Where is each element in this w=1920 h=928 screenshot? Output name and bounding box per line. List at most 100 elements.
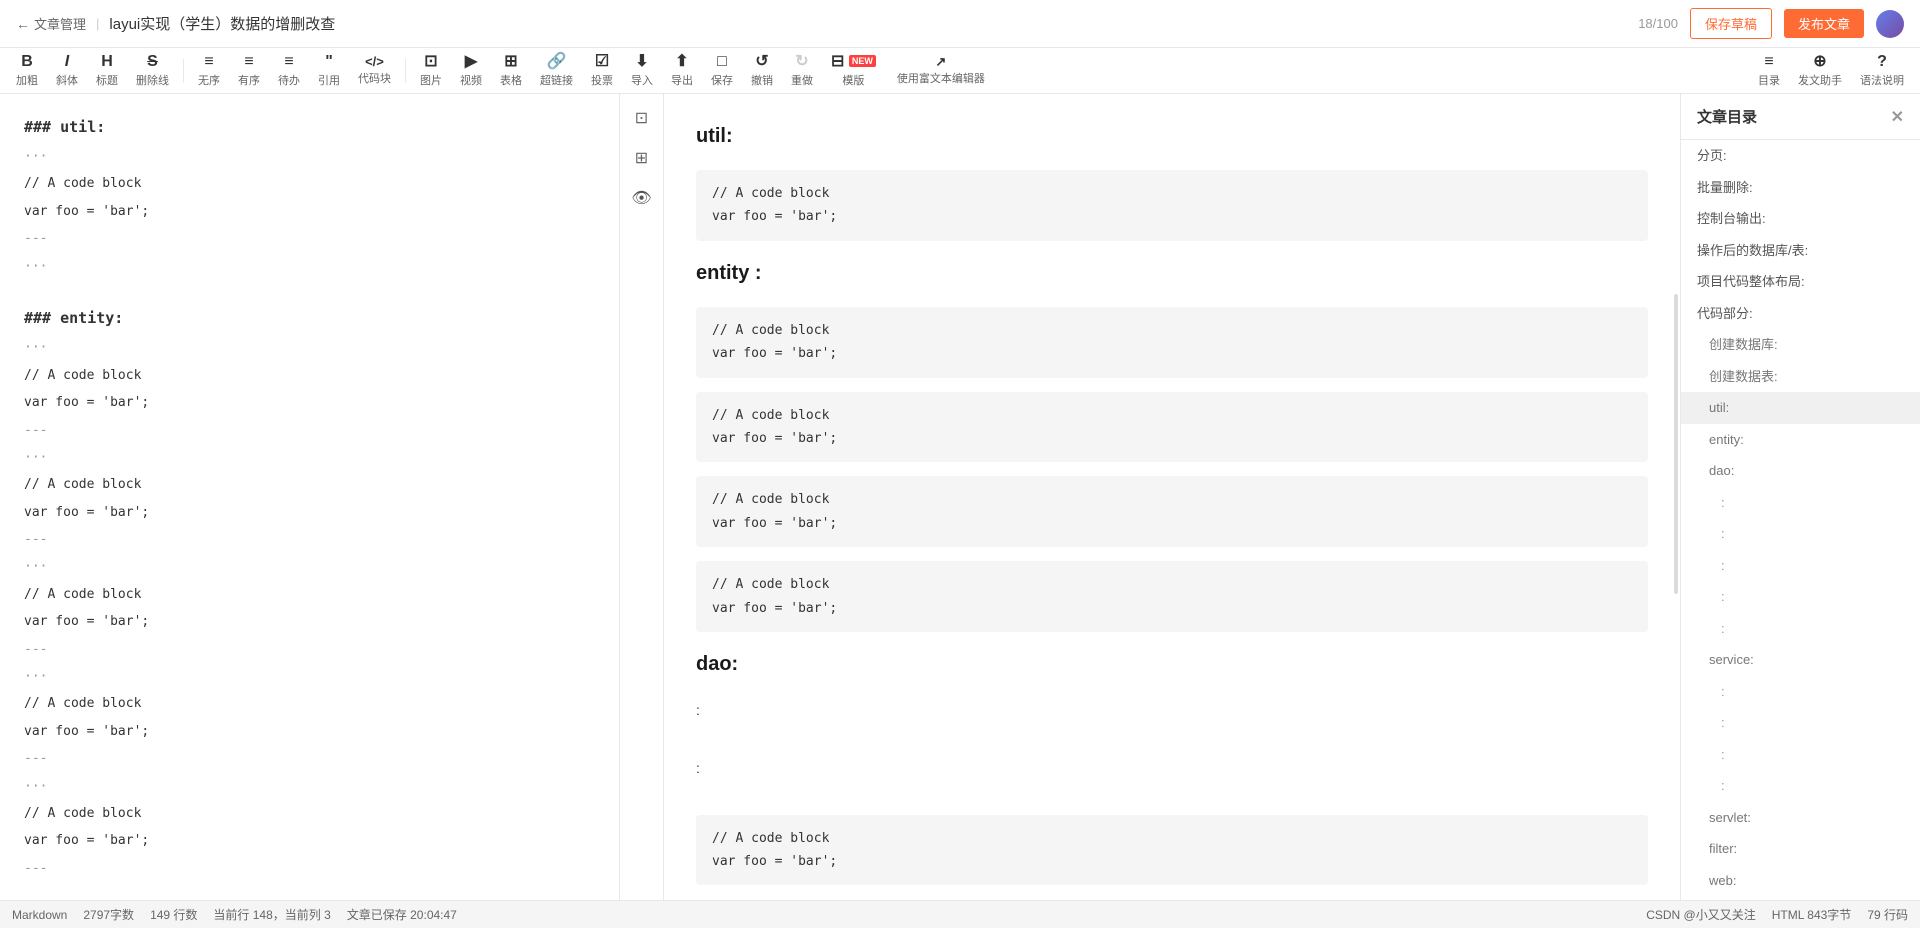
toolbar-italic[interactable]: I 斜体 xyxy=(48,50,86,92)
toc-item-servlet[interactable]: servlet: xyxy=(1681,802,1920,834)
back-label: 文章管理 xyxy=(34,14,86,33)
toolbar-task[interactable]: ≡ 待办 xyxy=(270,50,308,92)
link-icon: 🔗 xyxy=(547,54,567,70)
scrollbar-thumb[interactable] xyxy=(1674,294,1678,594)
status-lines: 149 行数 xyxy=(150,906,197,923)
toolbar-table[interactable]: ⊞ 表格 xyxy=(492,50,530,92)
toc-item-pagination[interactable]: 分页: xyxy=(1681,140,1920,172)
toc-item-service-sub-3[interactable]: : xyxy=(1681,739,1920,771)
toolbar-syntax[interactable]: ? 语法说明 xyxy=(1852,50,1912,92)
template-icon: ⊟ NEW xyxy=(831,54,876,70)
toolbar-quote[interactable]: " 引用 xyxy=(310,50,348,92)
toc-item-dao-sub-1[interactable]: : xyxy=(1681,487,1920,519)
toc-item-web[interactable]: web: xyxy=(1681,865,1920,897)
toc-close-button[interactable]: ✕ xyxy=(1891,107,1904,127)
toolbar-video[interactable]: ▶ 视频 xyxy=(452,50,490,92)
markdown-editor[interactable]: ### util: ··· // A code block var foo = … xyxy=(0,94,620,900)
bold-icon: B xyxy=(21,54,33,70)
ordered-icon: ≡ xyxy=(244,54,253,70)
redo-label: 重做 xyxy=(791,72,813,88)
section-util-title: util: xyxy=(696,118,1648,154)
toolbar-undo[interactable]: ↺ 撤销 xyxy=(743,50,781,92)
toc-item-filter[interactable]: filter: xyxy=(1681,833,1920,865)
task-icon: ≡ xyxy=(284,54,293,70)
toolbar-bold[interactable]: B 加粗 xyxy=(8,50,46,92)
status-bar-right: CSDN @小又又关注 HTML 843字节 79 行码 xyxy=(1646,906,1908,923)
line: var foo = 'bar'; xyxy=(24,501,595,524)
toolbar-heading[interactable]: H 标题 xyxy=(88,50,126,92)
heading-icon: H xyxy=(101,54,113,70)
toc-item-service-sub-1[interactable]: : xyxy=(1681,676,1920,708)
toolbar-template[interactable]: ⊟ NEW 模版 xyxy=(823,50,884,92)
toc-item-code-section[interactable]: 代码部分: xyxy=(1681,298,1920,330)
avatar[interactable] xyxy=(1876,10,1904,38)
line: ··· xyxy=(24,336,595,359)
main-area: ### util: ··· // A code block var foo = … xyxy=(0,94,1920,900)
toolbar-import[interactable]: ⬇ 导入 xyxy=(623,50,661,92)
toolbar-redo[interactable]: ↻ 重做 xyxy=(783,50,821,92)
toolbar-richtext[interactable]: ↗ 使用富文本编辑器 xyxy=(886,51,996,90)
line: var foo = 'bar'; xyxy=(24,200,595,223)
task-label: 待办 xyxy=(278,72,300,88)
toolbar-helper[interactable]: ⊕ 发文助手 xyxy=(1790,50,1850,92)
toc-item-dao-sub-2[interactable]: : xyxy=(1681,518,1920,550)
video-icon: ▶ xyxy=(465,54,477,70)
toc-item-service-sub-2[interactable]: : xyxy=(1681,707,1920,739)
table-icon: ⊞ xyxy=(504,54,517,70)
code-icon: </> xyxy=(365,55,384,68)
toc-item-db-table[interactable]: 操作后的数据库/表: xyxy=(1681,235,1920,267)
save-draft-button[interactable]: 保存草稿 xyxy=(1690,8,1772,39)
code-line: // A code block xyxy=(712,488,1632,511)
toc-item-layout[interactable]: 项目代码整体布局: xyxy=(1681,266,1920,298)
toc-item-dao[interactable]: dao: xyxy=(1681,455,1920,487)
helper-icon: ⊕ xyxy=(1813,54,1826,70)
section-entity-title: entity : xyxy=(696,255,1648,291)
toc-item-service[interactable]: service: xyxy=(1681,644,1920,676)
toolbar-image[interactable]: ⊡ 图片 xyxy=(412,50,450,92)
syntax-icon: ? xyxy=(1877,54,1887,70)
toolbar-save[interactable]: □ 保存 xyxy=(703,50,741,92)
toc-item-console[interactable]: 控制台输出: xyxy=(1681,203,1920,235)
publish-button[interactable]: 发布文章 xyxy=(1784,9,1864,38)
italic-label: 斜体 xyxy=(56,72,78,88)
line: ··· xyxy=(24,255,595,278)
expand-icon[interactable]: ⊡ xyxy=(626,102,658,134)
toolbar-link[interactable]: 🔗 超链接 xyxy=(532,50,581,92)
status-current: 当前行 148，当前列 3 xyxy=(213,906,330,923)
line: // A code block xyxy=(24,583,595,606)
toc-item-entity[interactable]: entity: xyxy=(1681,424,1920,456)
vote-icon: ☑ xyxy=(595,54,609,70)
toolbar-ordered[interactable]: ≡ 有序 xyxy=(230,50,268,92)
line: // A code block xyxy=(24,364,595,387)
toc-item-dao-sub-3[interactable]: : xyxy=(1681,550,1920,582)
code-block: // A code block var foo = 'bar'; xyxy=(696,307,1648,378)
toc-item-create-db[interactable]: 创建数据库: xyxy=(1681,329,1920,361)
back-button[interactable]: ← 文章管理 xyxy=(16,14,86,33)
toc-item-service-sub-4[interactable]: : xyxy=(1681,770,1920,802)
toc-item-batch-delete[interactable]: 批量删除: xyxy=(1681,172,1920,204)
eye-icon[interactable]: 👁 xyxy=(626,182,658,214)
code-line: // A code block xyxy=(712,319,1632,342)
toolbar-export[interactable]: ⬆ 导出 xyxy=(663,50,701,92)
undo-icon: ↺ xyxy=(755,54,768,70)
code-line: // A code block xyxy=(712,827,1632,850)
toc-item-create-table[interactable]: 创建数据表: xyxy=(1681,361,1920,393)
toolbar-vote[interactable]: ☑ 投票 xyxy=(583,50,621,92)
columns-icon[interactable]: ⊞ xyxy=(626,142,658,174)
toc-item-dao-sub-4[interactable]: : xyxy=(1681,581,1920,613)
toolbar-strikethrough[interactable]: S 删除线 xyxy=(128,50,177,92)
line: var foo = 'bar'; xyxy=(24,829,595,852)
divider: | xyxy=(96,16,99,31)
save-icon: □ xyxy=(717,54,727,70)
export-label: 导出 xyxy=(671,72,693,88)
toolbar-toc[interactable]: ≡ 目录 xyxy=(1750,50,1788,92)
toolbar-unordered[interactable]: ≡ 无序 xyxy=(190,50,228,92)
article-title[interactable]: layui实现（学生）数据的增删改查 xyxy=(109,13,335,34)
toc-label: 目录 xyxy=(1758,72,1780,88)
redo-icon: ↻ xyxy=(795,54,808,70)
editor-content: ### util: ··· // A code block var foo = … xyxy=(24,114,595,900)
toc-item-util[interactable]: util: xyxy=(1681,392,1920,424)
unordered-icon: ≡ xyxy=(204,54,213,70)
toolbar-code[interactable]: </> 代码块 xyxy=(350,51,399,90)
toc-item-dao-sub-5[interactable]: : xyxy=(1681,613,1920,645)
